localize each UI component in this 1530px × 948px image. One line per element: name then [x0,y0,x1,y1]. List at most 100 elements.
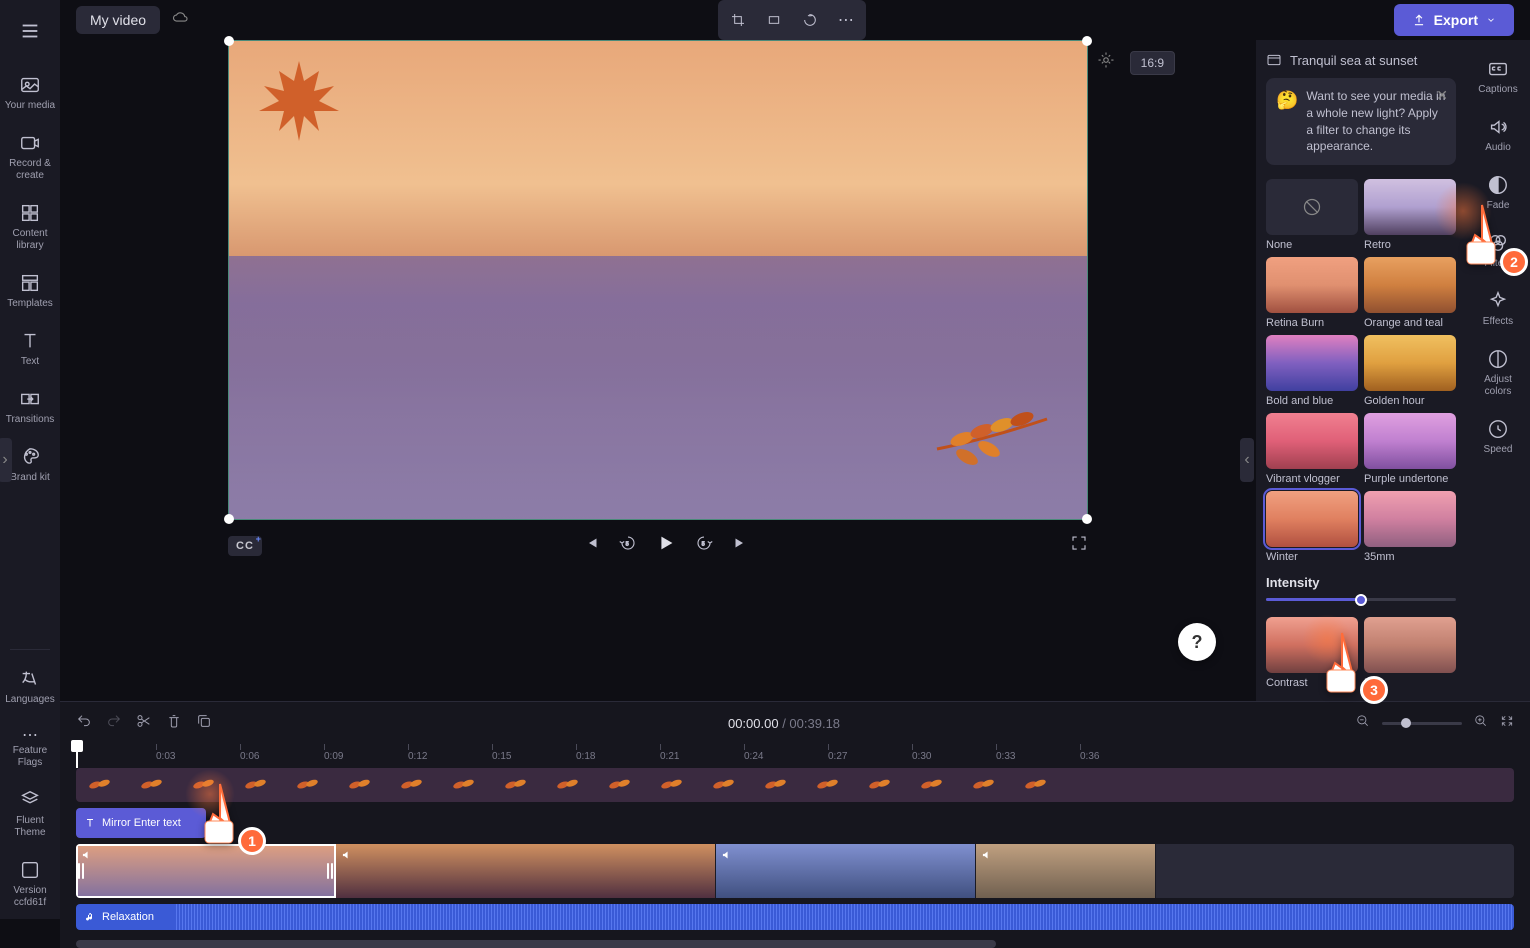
timeline-toolbar: 00:00.00 / 00:39.18 [60,702,1530,744]
timeline: 00:00.00 / 00:39.18 0:03 0:06 0:09 0:12 … [60,701,1530,948]
rotate-button[interactable] [794,4,826,36]
cloud-sync-icon[interactable] [172,9,190,32]
expand-left-tab[interactable]: › [0,438,12,482]
tip-card: 🤔 Want to see your media in a whole new … [1266,78,1456,165]
zoom-in-button[interactable] [1474,714,1488,733]
rail-speed[interactable]: Speed [1472,408,1524,466]
expand-right-tab[interactable]: ‹ [1240,438,1254,482]
text-track[interactable]: Mirror Enter text [76,808,1514,838]
filter-bold-blue[interactable]: Bold and blue [1266,335,1358,407]
fit-button[interactable] [758,4,790,36]
sidebar-item-version[interactable]: Version ccfd61f [4,849,56,919]
selection-handle[interactable] [1082,514,1092,524]
filter-35mm[interactable]: 35mm [1364,491,1456,563]
filter-orange-teal[interactable]: Orange and teal [1364,257,1456,329]
video-track[interactable] [76,844,1514,898]
sidebar-item-your-media[interactable]: Your media [4,64,56,122]
svg-text:5: 5 [702,541,705,547]
sidebar-item-record-create[interactable]: Record & create [4,122,56,192]
fullscreen-button[interactable] [1070,539,1088,556]
crop-button[interactable] [722,4,754,36]
ruler-tick: 0:21 [660,744,679,768]
ruler-tick: 0:09 [324,744,343,768]
menu-button[interactable] [4,8,56,64]
filters-panel: Tranquil sea at sunset 🤔 Want to see you… [1256,40,1466,701]
split-button[interactable] [136,713,152,734]
filter-none[interactable]: None [1266,179,1358,251]
thinking-emoji-icon: 🤔 [1276,88,1298,155]
redo-button[interactable] [106,713,122,734]
overlay-track[interactable] [76,768,1514,802]
selection-handle[interactable] [224,36,234,46]
more-button[interactable]: ⋯ [830,4,862,36]
ruler-tick: 0:12 [408,744,427,768]
filter-vibrant-vlogger[interactable]: Vibrant vlogger [1266,413,1358,485]
ruler-tick: 0:27 [828,744,847,768]
captions-toggle[interactable]: CC [228,536,262,556]
video-clip-3[interactable] [716,844,976,898]
zoom-out-button[interactable] [1356,714,1370,733]
branch-leaf-overlay [927,389,1057,489]
audio-track[interactable]: Relaxation [76,904,1514,930]
rail-audio[interactable]: Audio [1472,106,1524,164]
video-clip-2[interactable] [336,844,716,898]
ruler-tick: 0:24 [744,744,763,768]
canvas-settings-icon[interactable] [1097,51,1115,74]
ruler[interactable]: 0:03 0:06 0:09 0:12 0:15 0:18 0:21 0:24 … [60,744,1530,768]
play-button[interactable] [655,532,677,559]
filter-golden-hour[interactable]: Golden hour [1364,335,1456,407]
canvas[interactable]: 16:9 [228,40,1088,520]
selection-handle[interactable] [224,514,234,524]
intensity-slider[interactable] [1266,598,1456,601]
sidebar-item-languages[interactable]: Languages [4,658,56,716]
export-button[interactable]: Export [1394,4,1514,36]
clip-title: Tranquil sea at sunset [1266,52,1456,68]
sidebar-item-transitions[interactable]: Transitions [4,378,56,436]
ruler-tick: 0:18 [576,744,595,768]
preview-area: 16:9 CC 5 [60,40,1256,701]
forward-button[interactable]: 5 [695,534,713,557]
main-area: My video ⋯ Export › [60,0,1530,919]
filter-purple-undertone[interactable]: Purple undertone [1364,413,1456,485]
ruler-tick: 0:36 [1080,744,1099,768]
clip-handle-right[interactable] [325,844,335,898]
skip-end-button[interactable] [731,534,749,557]
text-clip[interactable]: Mirror Enter text [76,808,206,838]
filter-retina-burn[interactable]: Retina Burn [1266,257,1358,329]
top-bar: My video ⋯ Export [60,0,1530,40]
right-rail: Captions Audio Fade Filters Effects Adju… [1466,40,1530,701]
filter-winter[interactable]: Winter [1266,491,1358,563]
delete-button[interactable] [166,713,182,734]
sidebar-item-feature-flags[interactable]: ⋯ Feature Flags [4,716,56,779]
selection-handle[interactable] [1082,36,1092,46]
duplicate-button[interactable] [196,713,212,734]
sidebar-item-templates[interactable]: Templates [4,262,56,320]
sidebar-item-fluent-theme[interactable]: Fluent Theme [4,779,56,849]
rail-adjust-colors[interactable]: Adjust colors [1472,338,1524,408]
timeline-scrollbar[interactable] [76,940,1514,948]
video-clip-4[interactable] [976,844,1156,898]
project-name[interactable]: My video [76,6,160,34]
sidebar-item-content-library[interactable]: Content library [4,192,56,262]
rewind-button[interactable]: 5 [619,534,637,557]
ruler-tick: 0:06 [240,744,259,768]
tutorial-cursor-2: 2 [1452,200,1522,270]
ruler-tick: 0:03 [156,744,175,768]
undo-button[interactable] [76,713,92,734]
ruler-tick: 0:33 [996,744,1015,768]
skip-start-button[interactable] [583,534,601,557]
audio-waveform [176,904,1514,930]
tutorial-cursor-1: 1 [190,779,260,849]
player-controls: CC 5 5 [228,520,1088,571]
aspect-ratio-button[interactable]: 16:9 [1130,51,1175,75]
help-button[interactable]: ? [1178,623,1216,661]
maple-leaf-overlay [249,51,349,151]
rail-effects[interactable]: Effects [1472,280,1524,338]
close-tip-button[interactable]: ✕ [1436,86,1448,106]
video-clip-1[interactable] [76,844,336,898]
rail-captions[interactable]: Captions [1472,48,1524,106]
playhead[interactable] [76,744,78,768]
fit-timeline-button[interactable] [1500,714,1514,733]
sidebar-item-text[interactable]: Text [4,320,56,378]
zoom-slider[interactable] [1382,722,1462,725]
